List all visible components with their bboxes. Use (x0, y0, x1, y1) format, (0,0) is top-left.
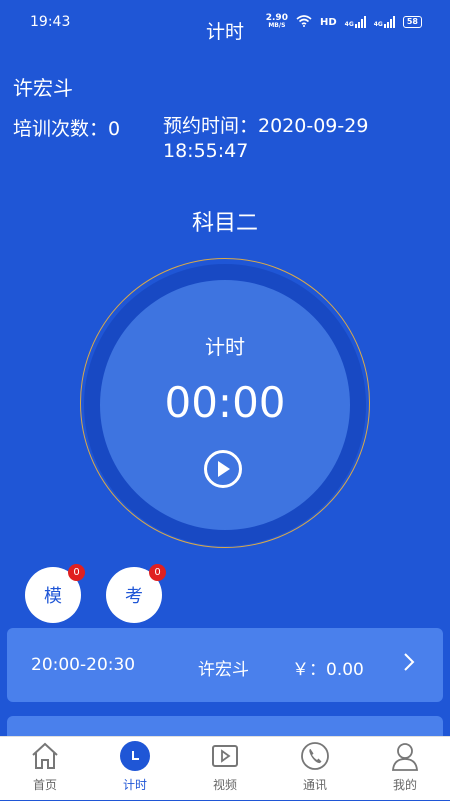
user-name: 许宏斗 (13, 76, 73, 100)
phone-icon (300, 741, 330, 771)
appointment-clock: 18:55:47 (163, 140, 249, 162)
home-icon (30, 741, 60, 771)
tab-timer[interactable]: 计时 (90, 737, 180, 801)
page-title: 计时 (205, 21, 244, 43)
tab-label: 通讯 (302, 778, 327, 792)
play-button[interactable] (204, 450, 242, 488)
appointment-date: 预约时间：2020-09-29 (163, 115, 369, 137)
exam-badge: 0 (149, 564, 166, 581)
tab-home[interactable]: 首页 (0, 737, 90, 801)
play-icon (218, 461, 230, 477)
exam-button[interactable]: 考 0 (106, 564, 166, 623)
exam-button-label: 考 (125, 586, 143, 607)
tab-label: 计时 (122, 778, 147, 792)
mock-badge: 0 (68, 564, 85, 581)
tab-mine[interactable]: 我的 (360, 737, 450, 801)
mock-button[interactable]: 模 0 (25, 564, 85, 623)
mock-button-label: 模 (44, 586, 62, 607)
tab-video[interactable]: 视频 (180, 737, 270, 801)
tab-label: 视频 (212, 778, 237, 792)
chevron-right-icon (403, 652, 415, 676)
tab-label: 我的 (392, 778, 417, 792)
timer-label: 计时 (205, 335, 245, 359)
record-time: 20:00-20:30 (31, 655, 136, 675)
clock-icon (120, 741, 150, 771)
train-count: 培训次数：0 (13, 118, 121, 140)
tab-bar: 首页 计时 视频 通讯 我的 (0, 736, 450, 800)
tab-label: 首页 (32, 778, 57, 792)
subject-title: 科目二 (191, 211, 258, 236)
person-icon (390, 741, 420, 771)
record-card[interactable]: 20:00-20:30 许宏斗 ￥：0.00 (7, 628, 443, 702)
video-icon (210, 741, 240, 771)
appointment-time: 预约时间：2020-09-29 18:55:47 (163, 114, 423, 164)
record-name: 许宏斗 (198, 660, 249, 680)
timer-value: 00:00 (164, 378, 286, 427)
tab-contact[interactable]: 通讯 (270, 737, 360, 801)
record-price: ￥：0.00 (292, 660, 364, 680)
